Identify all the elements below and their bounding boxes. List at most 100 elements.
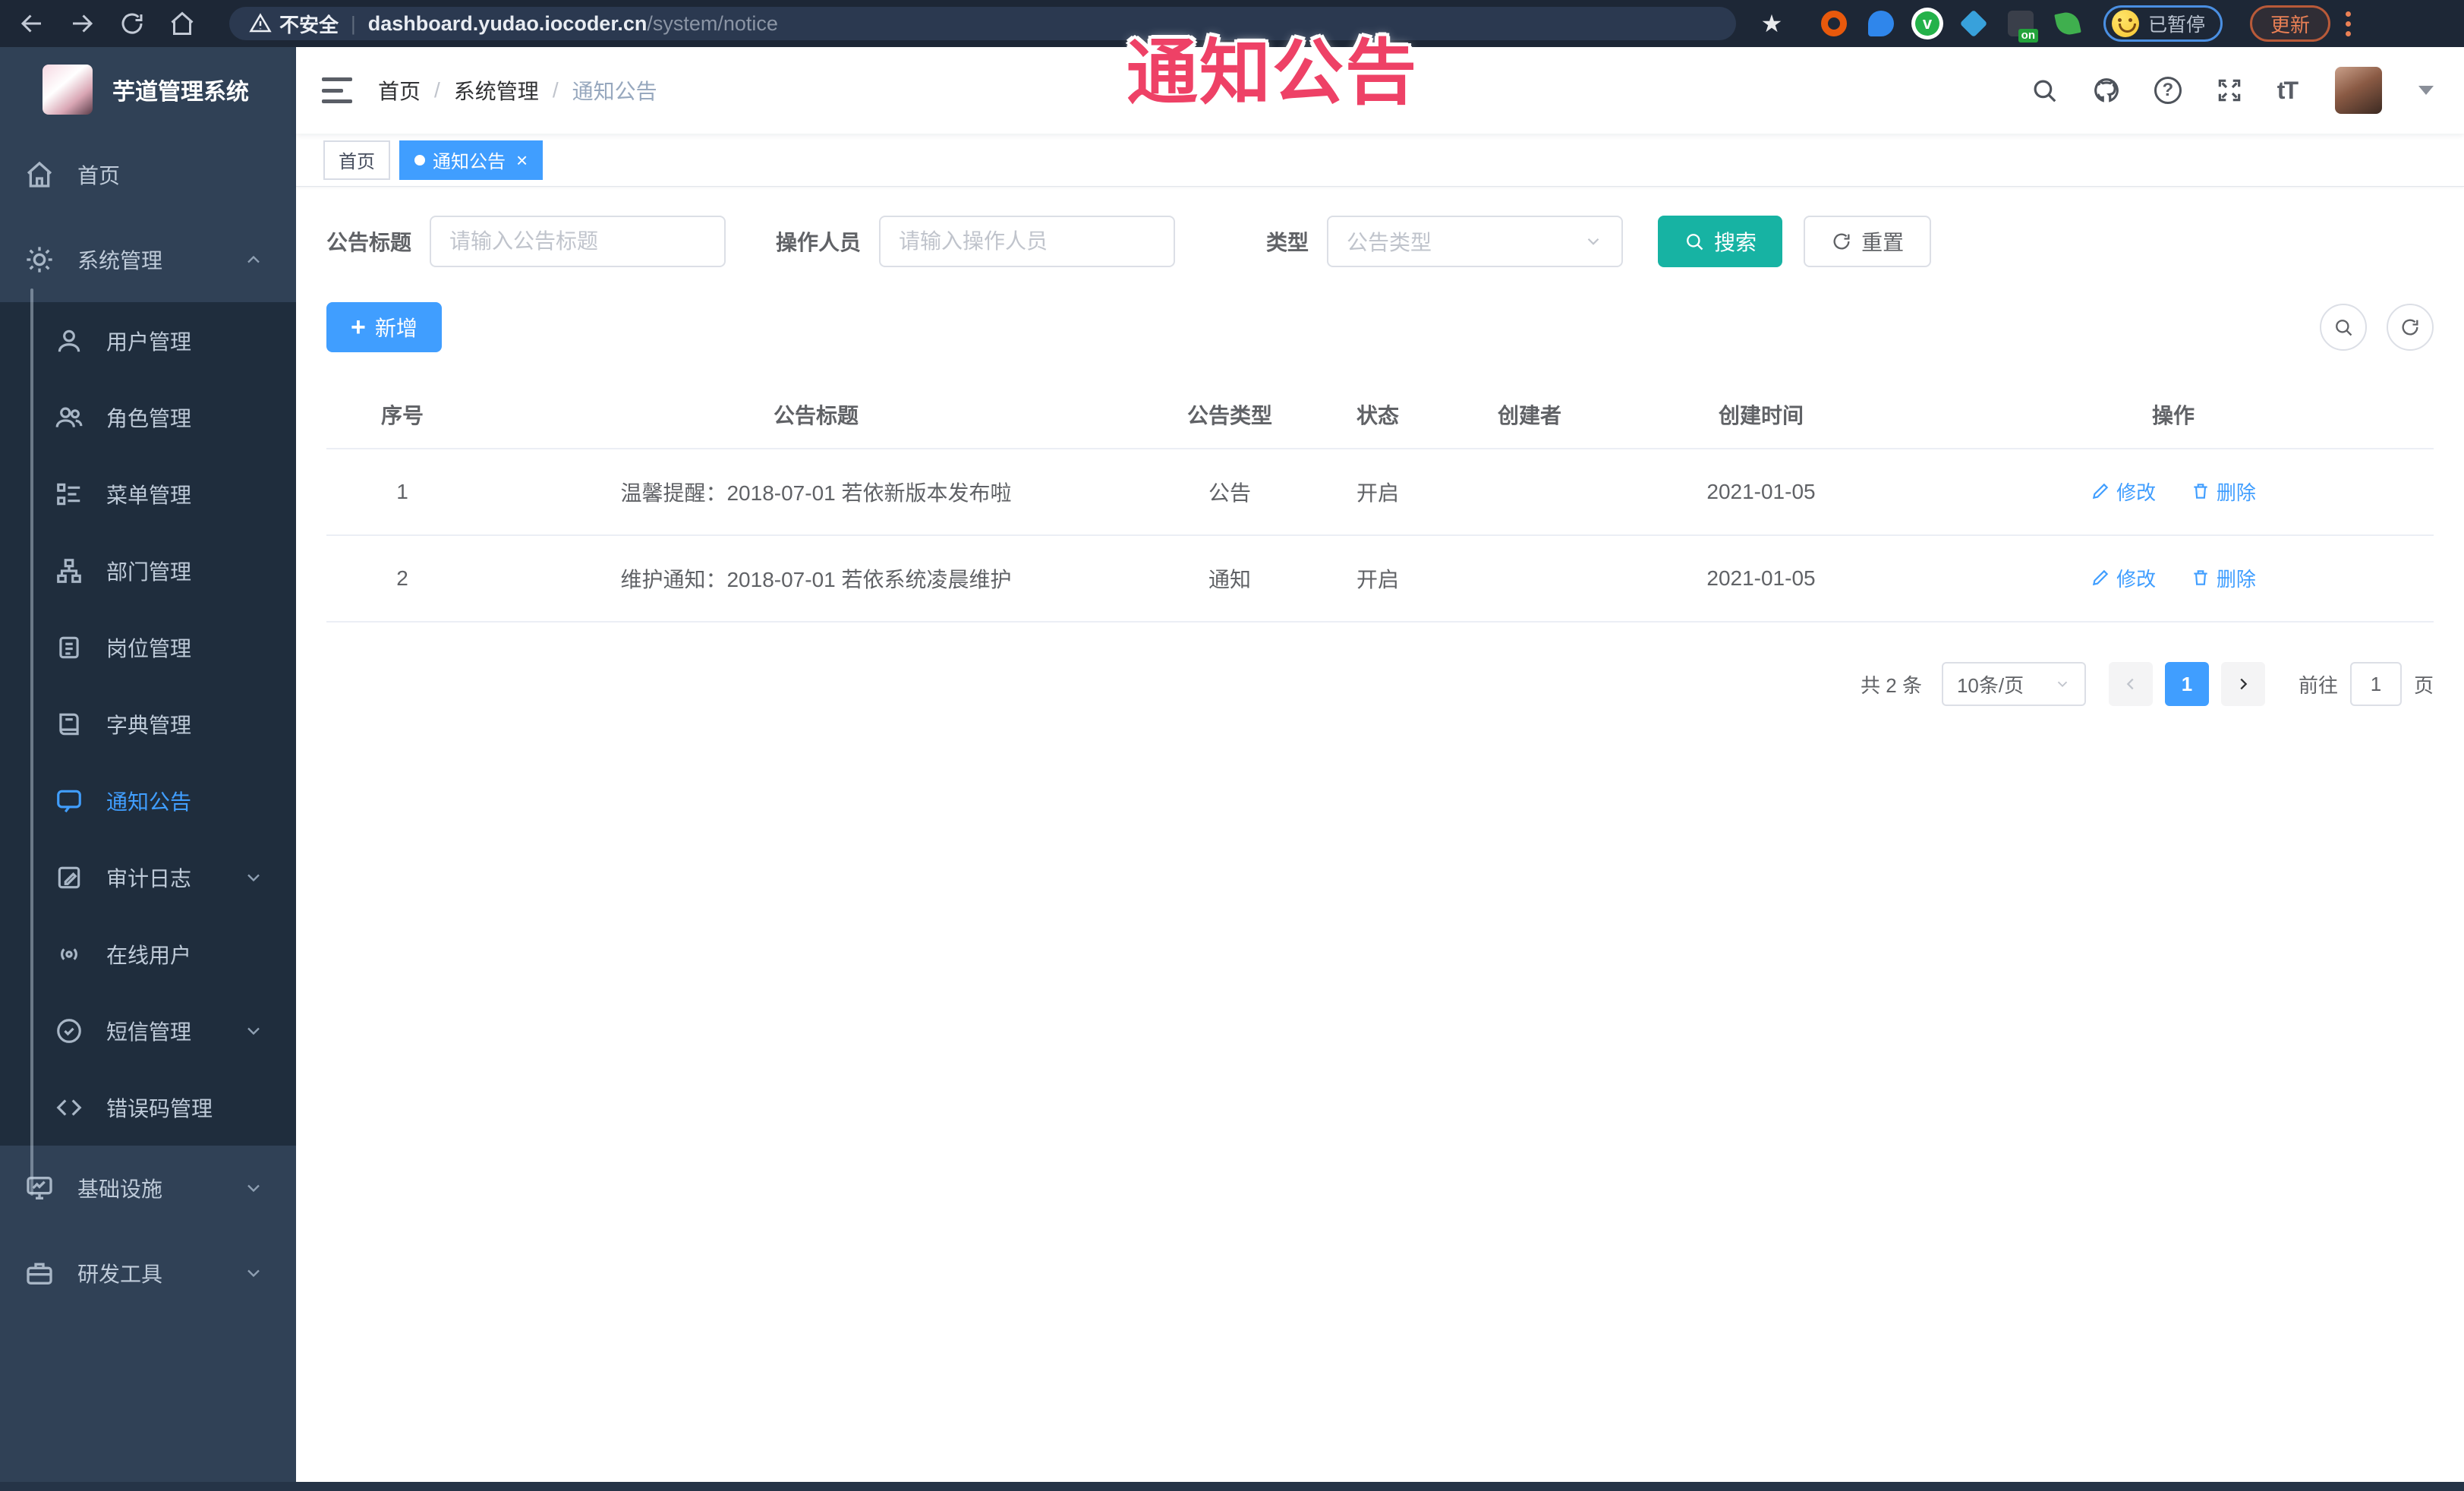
search-button[interactable]: 搜索 — [1658, 216, 1783, 267]
extension-orange-icon[interactable] — [1821, 11, 1847, 36]
breadcrumb-home[interactable]: 首页 — [378, 75, 421, 106]
home-icon[interactable] — [169, 10, 196, 37]
sidebar-item-roles[interactable]: 角色管理 — [0, 379, 296, 455]
table-header-row: 序号 公告标题 公告类型 状态 创建者 创建时间 操作 — [326, 378, 2434, 449]
dashboard-icon — [27, 161, 52, 188]
bookmark-star-icon[interactable]: ★ — [1759, 11, 1785, 36]
page-content: 公告标题 操作人员 类型 公告类型 搜索 — [296, 187, 2464, 1482]
sidebar-item-label: 研发工具 — [77, 1262, 163, 1286]
reload-icon[interactable] — [118, 10, 146, 37]
sidebar-item-label: 系统管理 — [77, 249, 163, 273]
delete-button[interactable]: 删除 — [2191, 478, 2256, 506]
sidebar-item-notice[interactable]: 通知公告 — [0, 762, 296, 839]
col-actions: 操作 — [1913, 378, 2434, 449]
sidebar-item-system[interactable]: 系统管理 — [0, 217, 296, 302]
message-check-icon — [57, 1018, 81, 1043]
edit-button[interactable]: 修改 — [2091, 478, 2156, 506]
col-creator: 创建者 — [1450, 378, 1609, 449]
extension-gem-icon[interactable] — [1959, 9, 1988, 38]
sidebar-item-departments[interactable]: 部门管理 — [0, 532, 296, 609]
cell-created: 2021-01-05 — [1609, 449, 1913, 536]
on-badge: on — [2018, 29, 2038, 43]
gear-icon — [27, 247, 52, 273]
sidebar-scrollbar[interactable] — [30, 288, 33, 1196]
chevron-down-icon — [247, 874, 260, 881]
cell-type: 通知 — [1154, 535, 1306, 623]
user-icon — [58, 329, 80, 351]
table-row: 2 维护通知：2018-07-01 若依系统凌晨维护 通知 开启 2021-01… — [326, 535, 2434, 623]
type-select[interactable]: 公告类型 — [1327, 216, 1624, 267]
sidebar-item-infrastructure[interactable]: 基础设施 — [0, 1146, 296, 1231]
cell-created: 2021-01-05 — [1609, 535, 1913, 623]
cell-creator — [1450, 535, 1609, 623]
paused-label: 已暂停 — [2148, 14, 2206, 36]
chevron-down-icon — [247, 1184, 260, 1193]
user-avatar[interactable] — [2335, 67, 2382, 114]
warning-triangle-icon — [249, 13, 272, 33]
sidebar-item-label: 岗位管理 — [106, 636, 192, 660]
back-icon[interactable] — [18, 10, 46, 37]
goto-page-input[interactable] — [2349, 662, 2402, 706]
next-page-button[interactable] — [2220, 662, 2265, 706]
breadcrumb-system[interactable]: 系统管理 — [454, 75, 539, 106]
font-size-icon[interactable]: tT — [2277, 77, 2299, 105]
hide-search-button[interactable] — [2320, 304, 2367, 351]
sidebar-item-home[interactable]: 首页 — [0, 132, 296, 217]
prev-page-button[interactable] — [2108, 662, 2153, 706]
chevron-down-icon — [247, 1269, 260, 1278]
active-dot-icon — [414, 154, 425, 165]
sidebar-item-dev-tools[interactable]: 研发工具 — [0, 1231, 296, 1316]
title-input[interactable] — [430, 216, 726, 267]
fullscreen-icon[interactable] — [2215, 76, 2244, 105]
search-icon[interactable] — [2030, 76, 2059, 105]
help-icon[interactable]: ? — [2154, 77, 2182, 104]
operator-input[interactable] — [879, 216, 1176, 267]
sidebar-item-posts[interactable]: 岗位管理 — [0, 609, 296, 686]
screen: 不安全 | dashboard.yudao.iocoder.cn/system/… — [0, 0, 2464, 1491]
profile-paused-chip[interactable]: 已暂停 — [2103, 5, 2223, 42]
security-label: 不安全 — [279, 13, 339, 36]
url-host: dashboard.yudao.iocoder.cn — [367, 11, 648, 35]
delete-button[interactable]: 删除 — [2191, 564, 2256, 592]
github-icon[interactable] — [2092, 76, 2121, 105]
browser-update-button[interactable]: 更新 — [2250, 5, 2331, 42]
sidebar-item-sms[interactable]: 短信管理 — [0, 992, 296, 1069]
sidebar-item-online-users[interactable]: 在线用户 — [0, 916, 296, 992]
forward-icon[interactable] — [68, 10, 96, 37]
browser-menu-icon[interactable] — [2343, 8, 2354, 39]
refresh-table-button[interactable] — [2387, 304, 2434, 351]
address-bar[interactable]: 不安全 | dashboard.yudao.iocoder.cn/system/… — [229, 7, 1736, 40]
extension-pin-icon[interactable] — [1868, 11, 1894, 36]
add-button[interactable]: + 新增 — [326, 302, 442, 352]
chevron-down-icon — [2057, 681, 2068, 688]
chevron-up-icon — [247, 255, 260, 263]
sidebar-toggle-icon[interactable] — [322, 77, 352, 103]
security-warning[interactable]: 不安全 — [249, 10, 339, 38]
tag-home[interactable]: 首页 — [323, 140, 390, 180]
delete-label: 删除 — [2216, 567, 2256, 591]
sidebar-item-label: 角色管理 — [106, 406, 192, 430]
sidebar-item-audit-log[interactable]: 审计日志 — [0, 839, 296, 916]
sidebar-item-error-code[interactable]: 错误码管理 — [0, 1069, 296, 1146]
reset-button[interactable]: 重置 — [1804, 216, 1932, 267]
extension-dark-icon[interactable]: on — [2008, 11, 2038, 43]
sidebar-item-dict[interactable]: 字典管理 — [0, 686, 296, 762]
refresh-icon — [2402, 319, 2418, 336]
trash-icon — [2194, 570, 2207, 585]
extension-leaf-icon[interactable] — [2054, 10, 2081, 37]
toolbox-icon — [27, 1262, 52, 1285]
extension-green-icon[interactable]: v — [1915, 11, 1939, 36]
close-icon[interactable]: × — [516, 150, 528, 170]
page-size-select[interactable]: 10条/页 — [1941, 662, 2086, 706]
cell-title: 温馨提醒：2018-07-01 若依新版本发布啦 — [478, 449, 1154, 536]
avatar-caret-icon[interactable] — [2418, 86, 2434, 95]
sidebar-item-menus[interactable]: 菜单管理 — [0, 455, 296, 532]
edit-button[interactable]: 修改 — [2091, 564, 2156, 592]
sidebar-item-users[interactable]: 用户管理 — [0, 302, 296, 379]
current-page-button[interactable]: 1 — [2164, 662, 2209, 706]
col-created: 创建时间 — [1609, 378, 1913, 449]
tag-notice[interactable]: 通知公告 × — [399, 140, 544, 180]
url-text: dashboard.yudao.iocoder.cn/system/notice — [368, 12, 778, 36]
app-logo[interactable]: 芋道管理系统 — [0, 47, 296, 132]
operator-label: 操作人员 — [776, 231, 862, 254]
